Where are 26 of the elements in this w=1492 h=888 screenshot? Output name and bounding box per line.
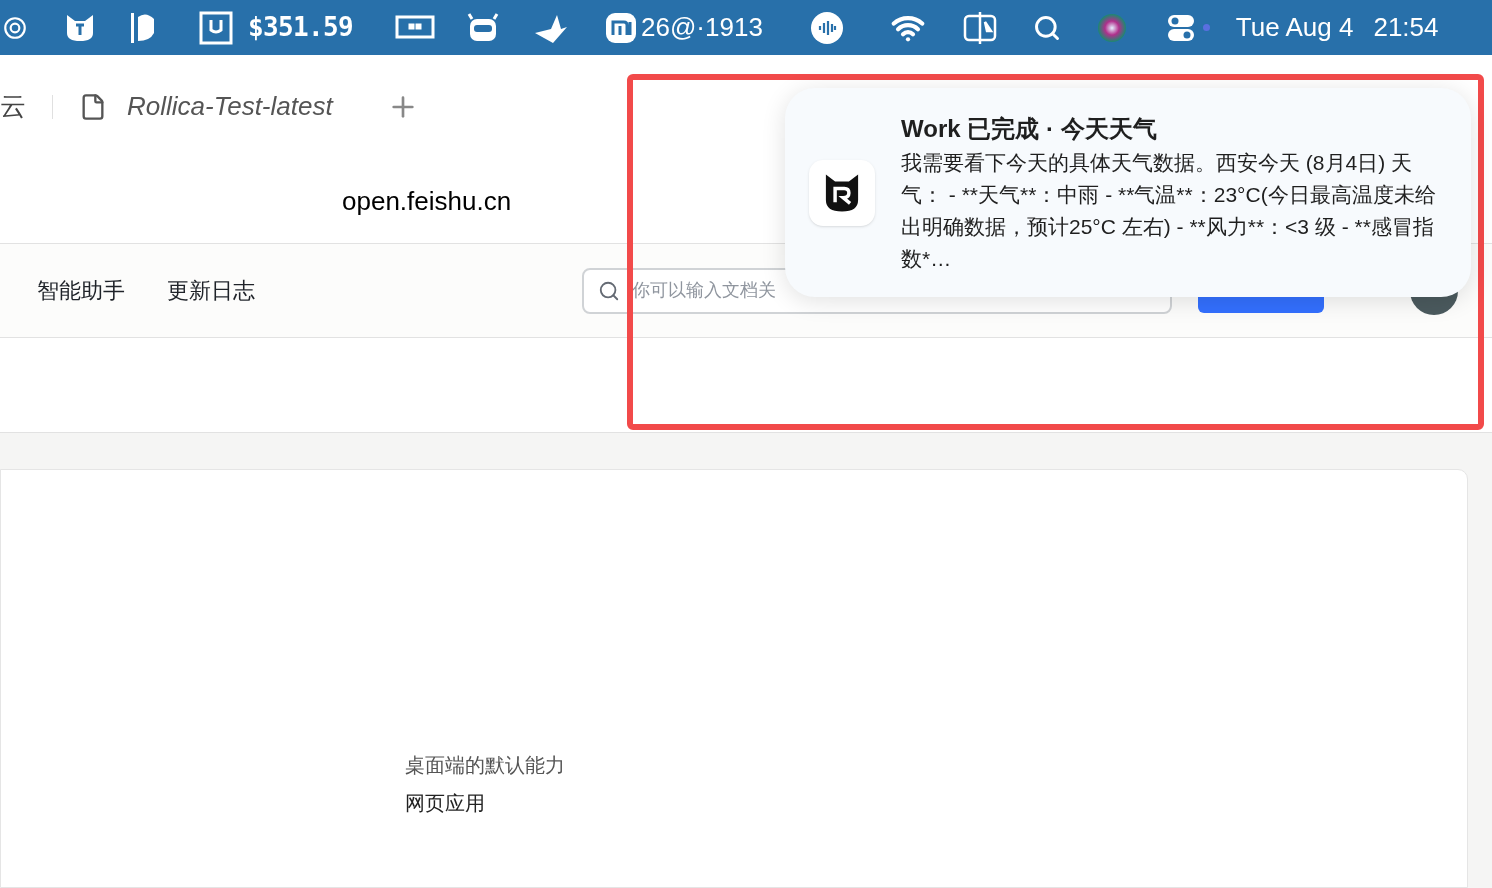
v-box-icon[interactable] bbox=[198, 9, 234, 46]
nav-link[interactable]: 智能助手 bbox=[37, 274, 125, 307]
menu-bar-time[interactable]: 21:54 bbox=[1373, 8, 1439, 47]
control-center-icon[interactable] bbox=[1166, 12, 1195, 43]
robot-icon[interactable] bbox=[467, 12, 500, 43]
search-icon bbox=[598, 279, 620, 302]
screen-icon[interactable] bbox=[395, 14, 436, 41]
mi-logo-icon[interactable] bbox=[605, 11, 638, 44]
nav-link[interactable]: 更新日志 bbox=[167, 274, 255, 307]
split-screen-icon[interactable] bbox=[962, 10, 997, 45]
app-icon bbox=[809, 160, 875, 226]
search-icon[interactable] bbox=[1032, 13, 1061, 42]
stock-price[interactable]: $351.59 bbox=[248, 8, 354, 47]
address-text[interactable]: open.feishu.cn bbox=[342, 182, 512, 221]
notification-toast[interactable]: Work 已完成 · 今天天气 我需要看下今天的具体天气数据。西安今天 (8月4日) 天气： - **天气**：中雨 - **气温**：23°C(今日最高温度未给出明确数据，预计25°C 左右) - **风力**：<3 级 - **感冒指数*… bbox=[785, 88, 1471, 297]
menu-bar-date[interactable]: Tue Aug 4 bbox=[1235, 8, 1354, 47]
content-text: 桌面端的默认能力 bbox=[405, 753, 566, 778]
audio-wave-icon[interactable] bbox=[810, 11, 843, 44]
browser-tab[interactable]: 云 bbox=[0, 87, 26, 126]
browser-tab[interactable]: Rollica-Test-latest bbox=[79, 87, 353, 126]
notification-title: Work 已完成 · 今天天气 bbox=[901, 113, 1158, 144]
cat-icon[interactable] bbox=[64, 12, 96, 43]
siri-orb-icon[interactable] bbox=[1096, 12, 1127, 43]
content-text: 网页应用 bbox=[405, 791, 486, 816]
mi-status-text[interactable]: 26@·1913 bbox=[641, 8, 763, 47]
notification-body: 我需要看下今天的具体天气数据。西安今天 (8月4日) 天气： - **天气**：中雨 - **气温**：23°C(今日最高温度未给出明确数据，预计25°C 左右) - **风力**：<3 级 - **感冒指数*… bbox=[901, 149, 1437, 272]
